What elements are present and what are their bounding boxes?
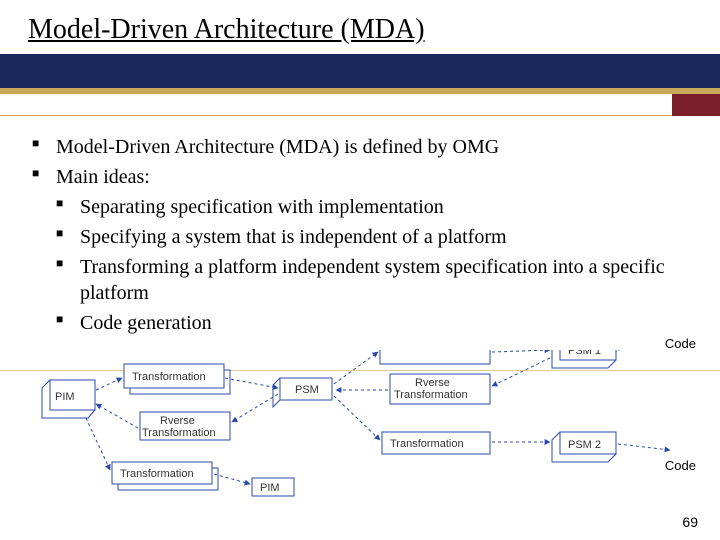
mda-diagram: PIM Transformation Rverse Transformation… xyxy=(20,350,700,510)
diagram-label-reverse-r1: Rverse xyxy=(415,377,450,389)
accent-rule-gold xyxy=(0,94,672,116)
bullet-item: Model-Driven Architecture (MDA) is defin… xyxy=(32,134,688,160)
diagram-label-transformation-b: Transformation xyxy=(120,468,194,480)
diagram-label-pim: PIM xyxy=(55,391,75,403)
sub-bullet-item: Separating specification with implementa… xyxy=(56,194,688,220)
content-area: Model-Driven Architecture (MDA) is defin… xyxy=(0,116,720,336)
diagram-label-reverse-2: Transformation xyxy=(142,427,216,439)
accent-block-maroon xyxy=(672,94,720,116)
diagram-label-pim-small: PIM xyxy=(260,482,280,494)
title-band-navy xyxy=(0,54,720,88)
diagram-label-psm2: PSM 2 xyxy=(568,439,601,451)
slide-title: Model-Driven Architecture (MDA) xyxy=(28,14,720,46)
sub-bullet-item: Specifying a system that is independent … xyxy=(56,224,688,250)
diagram-label-psm: PSM xyxy=(295,384,319,396)
diagram-label-reverse-1: Rverse xyxy=(160,415,195,427)
sub-bullet-item: Code generation xyxy=(56,310,688,336)
code-label-1: Code xyxy=(665,336,696,351)
bullet-item: Main ideas: Separating specification wit… xyxy=(32,164,688,336)
page-number: 69 xyxy=(682,514,698,530)
diagram-label-psm1: PSM 1 xyxy=(568,350,601,357)
bullet-text: Main ideas: xyxy=(56,166,150,188)
diagram-label-transformation-lr: Transformation xyxy=(390,438,464,450)
sub-bullet-item: Transforming a platform independent syst… xyxy=(56,254,688,306)
diagram-label-transformation: Transformation xyxy=(132,371,206,383)
diagram-label-reverse-r2: Transformation xyxy=(394,389,468,401)
